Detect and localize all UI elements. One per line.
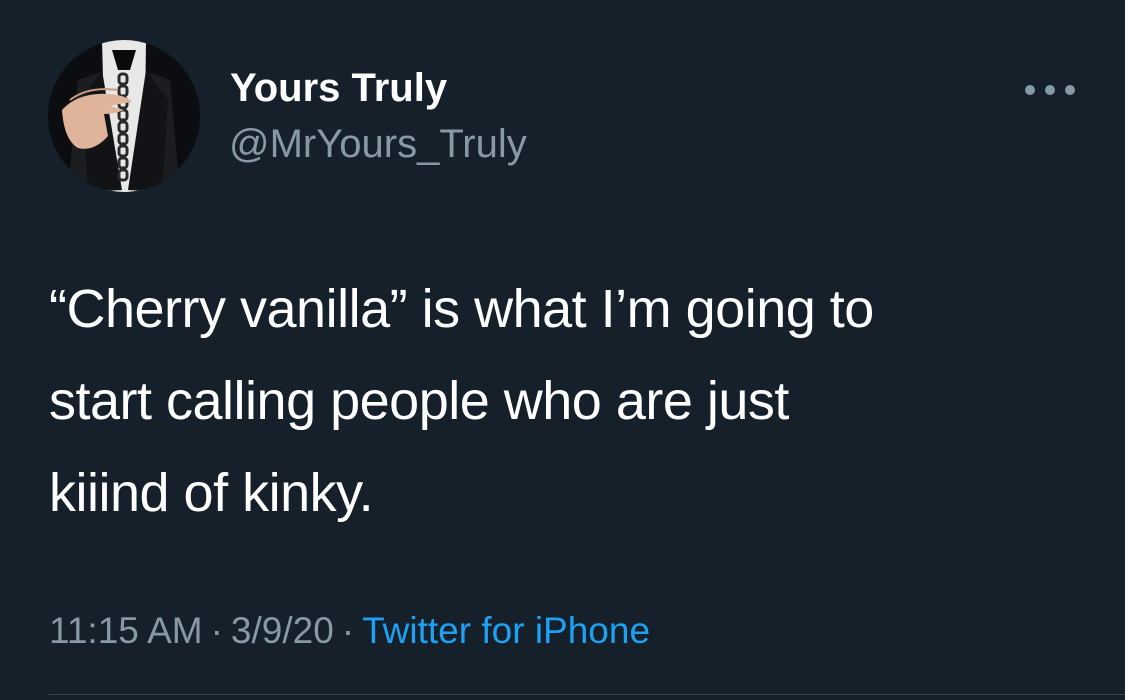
tweet-text: “Cherry vanilla” is what I’m going to st… xyxy=(49,263,1079,539)
more-options-button[interactable] xyxy=(1020,70,1080,110)
tweet-text-line: “Cherry vanilla” is what I’m going to xyxy=(49,279,874,339)
profile-photo-icon xyxy=(48,40,200,192)
avatar[interactable] xyxy=(48,40,200,192)
divider xyxy=(49,694,1125,695)
tweet-time[interactable]: 11:15 AM xyxy=(49,610,203,651)
tweet-source-link[interactable]: Twitter for iPhone xyxy=(362,610,650,651)
display-name[interactable]: Yours Truly xyxy=(230,64,447,112)
meta-separator: · xyxy=(210,610,223,651)
tweet-meta: 11:15 AM · 3/9/20 · Twitter for iPhone xyxy=(49,608,650,654)
tweet-date[interactable]: 3/9/20 xyxy=(231,610,334,651)
tweet-text-line: kiiind of kinky. xyxy=(49,463,374,523)
tweet-text-line: start calling people who are just xyxy=(49,371,789,431)
more-horizontal-icon xyxy=(1025,85,1075,95)
meta-separator: · xyxy=(341,610,355,651)
tweet-card: Yours Truly @MrYours_Truly “Cherry vanil… xyxy=(0,0,1125,700)
user-handle[interactable]: @MrYours_Truly xyxy=(229,120,527,168)
